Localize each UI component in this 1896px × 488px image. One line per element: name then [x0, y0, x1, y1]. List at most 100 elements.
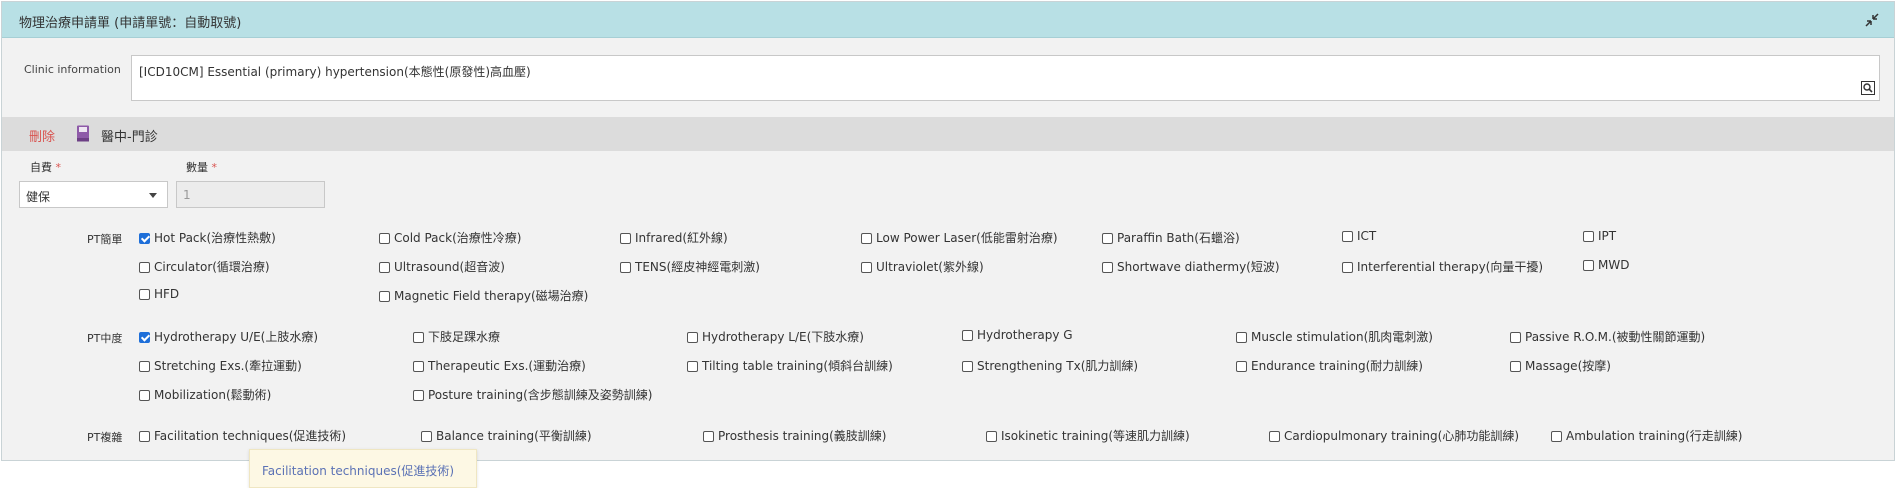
treatment-option-label: Tilting table training(傾斜台訓練) [702, 359, 893, 373]
treatment-option-label: TENS(經皮神經電刺激) [635, 260, 760, 274]
chevron-down-icon [149, 193, 157, 198]
checkbox[interactable] [1342, 262, 1353, 273]
checkbox[interactable] [1236, 361, 1247, 372]
treatment-option-label: Low Power Laser(低能雷射治療) [876, 231, 1058, 245]
checkbox[interactable] [139, 390, 150, 401]
treatment-option[interactable]: Cardiopulmonary training(心肺功能訓練) [1269, 427, 1519, 443]
treatment-option-label: Muscle stimulation(肌肉電刺激) [1251, 330, 1433, 344]
treatment-option[interactable]: Strengthening Tx(肌力訓練) [962, 357, 1138, 373]
treatment-option[interactable]: Cold Pack(治療性冷療) [379, 229, 521, 245]
collapse-icon[interactable] [1864, 12, 1880, 28]
treatment-option[interactable]: MWD [1583, 258, 1629, 274]
checkbox[interactable] [986, 431, 997, 442]
treatment-option-label: Cold Pack(治療性冷療) [394, 231, 522, 245]
treatment-option[interactable]: 下肢足踝水療 [413, 328, 500, 344]
checkbox-checked[interactable] [139, 332, 150, 343]
checkbox[interactable] [1510, 361, 1521, 372]
checkbox[interactable] [379, 233, 390, 244]
treatment-option[interactable]: Posture training(含步態訓練及姿勢訓練) [413, 386, 652, 402]
checkbox[interactable] [379, 291, 390, 302]
treatment-option-label: Balance training(平衡訓練) [436, 429, 592, 443]
zoom-icon[interactable] [1861, 81, 1875, 95]
clinic-information-field[interactable]: [ICD10CM] Essential (primary) hypertensi… [131, 55, 1880, 101]
checkbox[interactable] [413, 332, 424, 343]
checkbox[interactable] [1102, 233, 1113, 244]
treatment-option-label: Hot Pack(治療性熱敷) [154, 231, 276, 245]
checkbox[interactable] [620, 233, 631, 244]
treatment-option[interactable]: Ambulation training(行走訓練) [1551, 427, 1742, 443]
treatment-option[interactable]: Hydrotherapy G [962, 328, 1073, 344]
checkbox[interactable] [413, 390, 424, 401]
checkbox[interactable] [139, 361, 150, 372]
book-icon[interactable] [76, 125, 90, 142]
treatment-option-label: MWD [1598, 258, 1630, 272]
payment-select[interactable]: 健保 [19, 181, 168, 208]
checkbox[interactable] [703, 431, 714, 442]
treatment-option[interactable]: Infrared(紅外線) [620, 229, 728, 245]
template-button[interactable]: 醫中-門診 [101, 126, 158, 145]
treatment-option[interactable]: Low Power Laser(低能雷射治療) [861, 229, 1058, 245]
treatment-option[interactable]: HFD [139, 287, 179, 303]
checkbox[interactable] [1269, 431, 1280, 442]
checkbox[interactable] [1342, 231, 1353, 242]
treatment-option[interactable]: Prosthesis training(義肢訓練) [703, 427, 887, 443]
treatment-option[interactable]: Therapeutic Exs.(運動治療) [413, 357, 586, 373]
checkbox[interactable] [421, 431, 432, 442]
checkbox[interactable] [413, 361, 424, 372]
treatment-option-label: Hydrotherapy U/E(上肢水療) [154, 330, 319, 344]
treatment-option[interactable]: IPT [1583, 229, 1616, 245]
treatment-option[interactable]: Massage(按摩) [1510, 357, 1611, 373]
checkbox[interactable] [1583, 260, 1594, 271]
treatment-option[interactable]: Hydrotherapy L/E(下肢水療) [687, 328, 864, 344]
quantity-label: 數量 * [186, 161, 217, 174]
treatment-option-label: Endurance training(耐力訓練) [1251, 359, 1423, 373]
treatment-option-label: Ultrasound(超音波) [394, 260, 505, 274]
checkbox[interactable] [962, 330, 973, 341]
treatment-option[interactable]: Ultraviolet(紫外線) [861, 258, 984, 274]
clinic-information-value: [ICD10CM] Essential (primary) hypertensi… [139, 65, 531, 79]
checkbox[interactable] [379, 262, 390, 273]
checkbox[interactable] [687, 361, 698, 372]
treatment-option[interactable]: Mobilization(鬆動術) [139, 386, 271, 402]
treatment-option-label: Interferential therapy(向量干擾) [1357, 260, 1544, 274]
treatment-option[interactable]: Paraffin Bath(石蠟浴) [1102, 229, 1240, 245]
checkbox[interactable] [962, 361, 973, 372]
treatment-option-label: Massage(按摩) [1525, 359, 1611, 373]
treatment-option[interactable]: Shortwave diathermy(短波) [1102, 258, 1280, 274]
checkbox[interactable] [1102, 262, 1113, 273]
treatment-option[interactable]: Isokinetic training(等速肌力訓練) [986, 427, 1190, 443]
treatment-option[interactable]: Stretching Exs.(牽拉運動) [139, 357, 302, 373]
checkbox[interactable] [139, 262, 150, 273]
treatment-option[interactable]: Hydrotherapy U/E(上肢水療) [139, 328, 318, 344]
treatment-option[interactable]: Tilting table training(傾斜台訓練) [687, 357, 893, 373]
quantity-input[interactable]: 1 [176, 181, 325, 208]
treatment-option[interactable]: Passive R.O.M.(被動性關節運動) [1510, 328, 1705, 344]
treatment-option[interactable]: Circulator(循環治療) [139, 258, 270, 274]
checkbox[interactable] [861, 262, 872, 273]
treatment-option[interactable]: ICT [1342, 229, 1376, 245]
treatment-option[interactable]: Facilitation techniques(促進技術) [139, 427, 346, 443]
treatment-option[interactable]: Endurance training(耐力訓練) [1236, 357, 1423, 373]
delete-button[interactable]: 刪除 [29, 126, 55, 145]
checkbox[interactable] [861, 233, 872, 244]
treatment-option[interactable]: Interferential therapy(向量干擾) [1342, 258, 1543, 274]
checkbox[interactable] [687, 332, 698, 343]
title-bar: 物理治療申請單 (申請單號：自動取號) [2, 2, 1894, 38]
checkbox[interactable] [1236, 332, 1247, 343]
treatment-option[interactable]: Muscle stimulation(肌肉電刺激) [1236, 328, 1433, 344]
treatment-option[interactable]: Balance training(平衡訓練) [421, 427, 592, 443]
checkbox[interactable] [1551, 431, 1562, 442]
treatment-option[interactable]: Hot Pack(治療性熱敷) [139, 229, 276, 245]
treatment-option-label: HFD [154, 287, 180, 301]
checkbox[interactable] [139, 431, 150, 442]
checkbox[interactable] [620, 262, 631, 273]
checkbox[interactable] [1583, 231, 1594, 242]
checkbox[interactable] [1510, 332, 1521, 343]
treatment-option[interactable]: TENS(經皮神經電刺激) [620, 258, 760, 274]
treatment-option[interactable]: Ultrasound(超音波) [379, 258, 505, 274]
treatment-option-label: Therapeutic Exs.(運動治療) [428, 359, 586, 373]
checkbox-checked[interactable] [139, 233, 150, 244]
treatment-option-label: Stretching Exs.(牽拉運動) [154, 359, 302, 373]
treatment-option[interactable]: Magnetic Field therapy(磁場治療) [379, 287, 588, 303]
checkbox[interactable] [139, 289, 150, 300]
